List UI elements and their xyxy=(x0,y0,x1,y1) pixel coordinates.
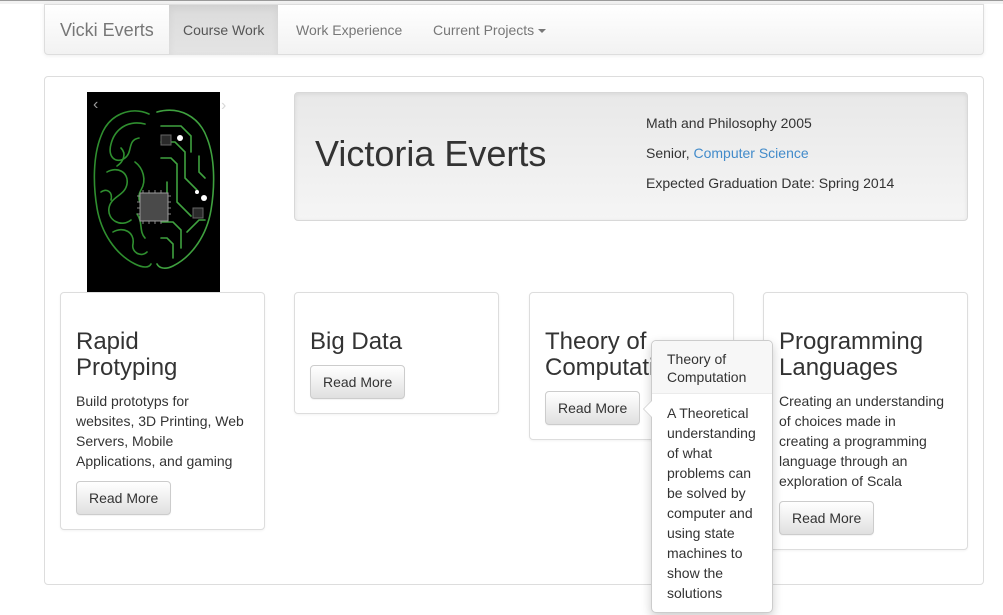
profile-graduation: Expected Graduation Date: Spring 2014 xyxy=(646,175,895,191)
popover-line: be solved by xyxy=(667,485,746,501)
popover-title-line: Computation xyxy=(667,369,747,385)
popover-line: computer and xyxy=(667,505,753,521)
card-title-line: Rapid xyxy=(76,328,139,355)
nav-tab-course-work[interactable]: Course Work xyxy=(169,5,279,55)
popover-line: of what xyxy=(667,445,713,461)
profile-status-prefix: Senior, xyxy=(646,145,694,161)
nav-tab-current-projects-label: Current Projects xyxy=(433,22,535,38)
card-title: Big Data xyxy=(310,328,403,355)
card-title-line: Programming xyxy=(779,328,924,355)
card-programming-languages: Programming Languages Creating an underst… xyxy=(763,292,968,550)
card-description: Build prototyps for websites, 3D Printin… xyxy=(76,391,256,471)
popover-line: show the xyxy=(667,565,724,581)
card-text-line: websites, 3D Printing, Web xyxy=(76,413,244,429)
card-big-data: Big Data Read More xyxy=(294,292,499,414)
read-more-button[interactable]: Read More xyxy=(779,501,875,535)
carousel-prev-icon[interactable]: ‹ xyxy=(93,96,98,114)
popover-title-line: Theory of xyxy=(667,351,727,367)
carousel-next-icon[interactable]: › xyxy=(221,97,226,115)
card-rapid-prototyping: Rapid Protyping Build prototyps for websi… xyxy=(60,292,265,530)
read-more-button[interactable]: Read More xyxy=(545,391,641,425)
profile-jumbotron: Victoria Everts Math and Philosophy 2005… xyxy=(294,92,968,221)
card-title: Rapid Protyping xyxy=(76,329,266,381)
card-text-line: creating a programming xyxy=(779,433,927,449)
navbar-brand[interactable]: Vicki Everts xyxy=(60,20,154,41)
popover-line: understanding xyxy=(667,425,756,441)
navbar: Vicki Everts Course Work Work Experience… xyxy=(44,4,984,55)
card-text-line: Servers, Mobile xyxy=(76,433,174,449)
card-text-line: Applications, and gaming xyxy=(76,453,233,469)
card-text-line: Build prototyps for xyxy=(76,393,189,409)
popover-line: machines to xyxy=(667,545,743,561)
caret-down-icon xyxy=(538,29,547,34)
popover-line: using state xyxy=(667,525,735,541)
popover-theory-of-computation: Theory of Computation A Theoretical unde… xyxy=(643,340,773,613)
profile-status: Senior, Computer Science xyxy=(646,143,894,173)
profile-degree: Math and Philosophy 2005 xyxy=(646,115,812,131)
popover-line: problems can xyxy=(667,465,752,481)
card-text-line: exploration of Scala xyxy=(779,473,902,489)
profile-name: Victoria Everts xyxy=(315,133,547,174)
popover-arrow xyxy=(643,400,652,418)
card-title-line: Theory of xyxy=(545,329,647,355)
read-more-button[interactable]: Read More xyxy=(310,365,406,399)
profile-info: Math and Philosophy 2005 Senior, Compute… xyxy=(646,113,894,203)
popover-content: A Theoretical understanding of what prob… xyxy=(667,403,767,603)
card-title-line: Languages xyxy=(779,354,898,381)
card-text-line: language through an xyxy=(779,453,908,469)
image-carousel: ‹ xyxy=(87,92,220,292)
popover-line: solutions xyxy=(667,585,723,601)
popover-title: Theory of Computation xyxy=(652,341,772,394)
card-description: Creating an understanding of choices mad… xyxy=(779,391,959,491)
read-more-button[interactable]: Read More xyxy=(76,481,172,515)
computer-science-link[interactable]: Computer Science xyxy=(693,145,808,161)
card-title: Programming Languages xyxy=(779,329,969,381)
card-text-line: of choices made in xyxy=(779,413,896,429)
card-title-line: Protyping xyxy=(76,354,178,381)
nav-tab-work-experience[interactable]: Work Experience xyxy=(282,5,416,55)
nav-tab-current-projects[interactable]: Current Projects xyxy=(419,5,560,55)
circuit-brain-image xyxy=(93,109,215,269)
card-text-line: Creating an understanding xyxy=(779,393,945,409)
popover-line: A Theoretical xyxy=(667,405,749,421)
